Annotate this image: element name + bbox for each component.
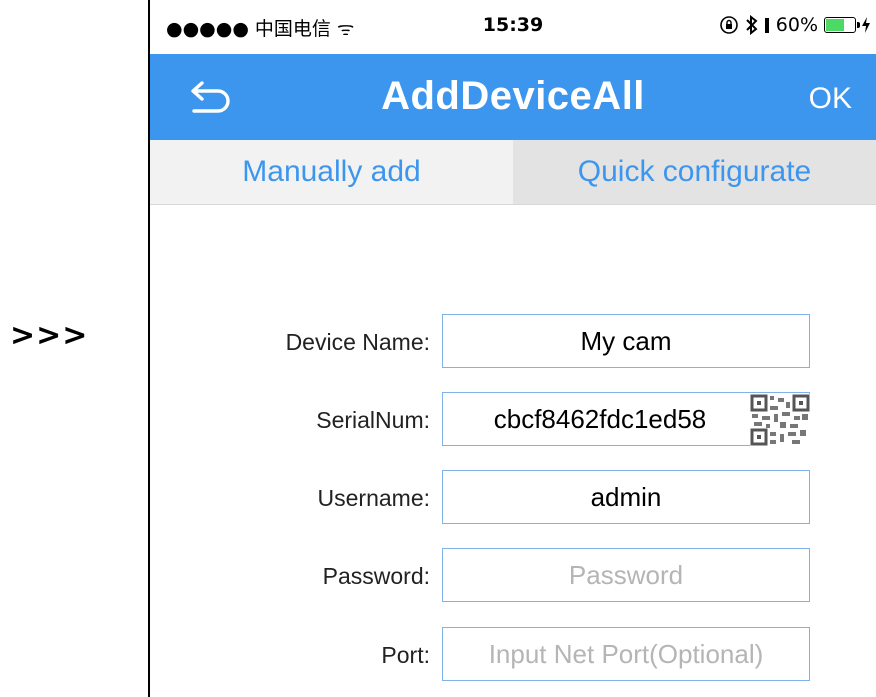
status-right-icons: 60%: [719, 14, 870, 36]
bar-icon: [764, 18, 769, 33]
username-label: Username:: [317, 485, 430, 511]
password-row: Password:: [150, 548, 876, 604]
status-bar: ●●●●● 中国电信 ᯤ 15:39 60%: [150, 0, 876, 54]
orientation-lock-icon: [719, 16, 738, 34]
page-title: AddDeviceAll: [381, 74, 645, 118]
battery-percent: 60%: [775, 14, 818, 36]
serial-row: SerialNum:: [150, 392, 876, 448]
navigation-bar: AddDeviceAll OK: [150, 54, 876, 140]
password-label: Password:: [322, 563, 430, 589]
ok-button[interactable]: OK: [809, 82, 852, 116]
username-row: Username:: [150, 470, 876, 526]
password-input[interactable]: [442, 548, 810, 602]
charging-icon: [862, 17, 870, 33]
port-row: Port:: [150, 627, 876, 683]
port-label: Port:: [381, 642, 430, 668]
bluetooth-icon: [746, 15, 758, 35]
device-name-label: Device Name:: [285, 329, 430, 355]
tab-bar: Manually add Quick configurate: [150, 140, 876, 205]
tab-manually-add[interactable]: Manually add: [150, 140, 513, 204]
tab-quick-configurate[interactable]: Quick configurate: [513, 140, 876, 204]
qr-code-icon[interactable]: [750, 394, 810, 446]
port-input[interactable]: [442, 627, 810, 681]
battery-icon: [824, 17, 860, 33]
pointer-arrows: >>>: [10, 318, 89, 353]
serial-label: SerialNum:: [316, 407, 430, 433]
phone-screen: ●●●●● 中国电信 ᯤ 15:39 60% AddDeviceAll OK M…: [150, 0, 876, 697]
username-input[interactable]: [442, 470, 810, 524]
device-name-input[interactable]: [442, 314, 810, 368]
device-name-row: Device Name:: [150, 314, 876, 370]
